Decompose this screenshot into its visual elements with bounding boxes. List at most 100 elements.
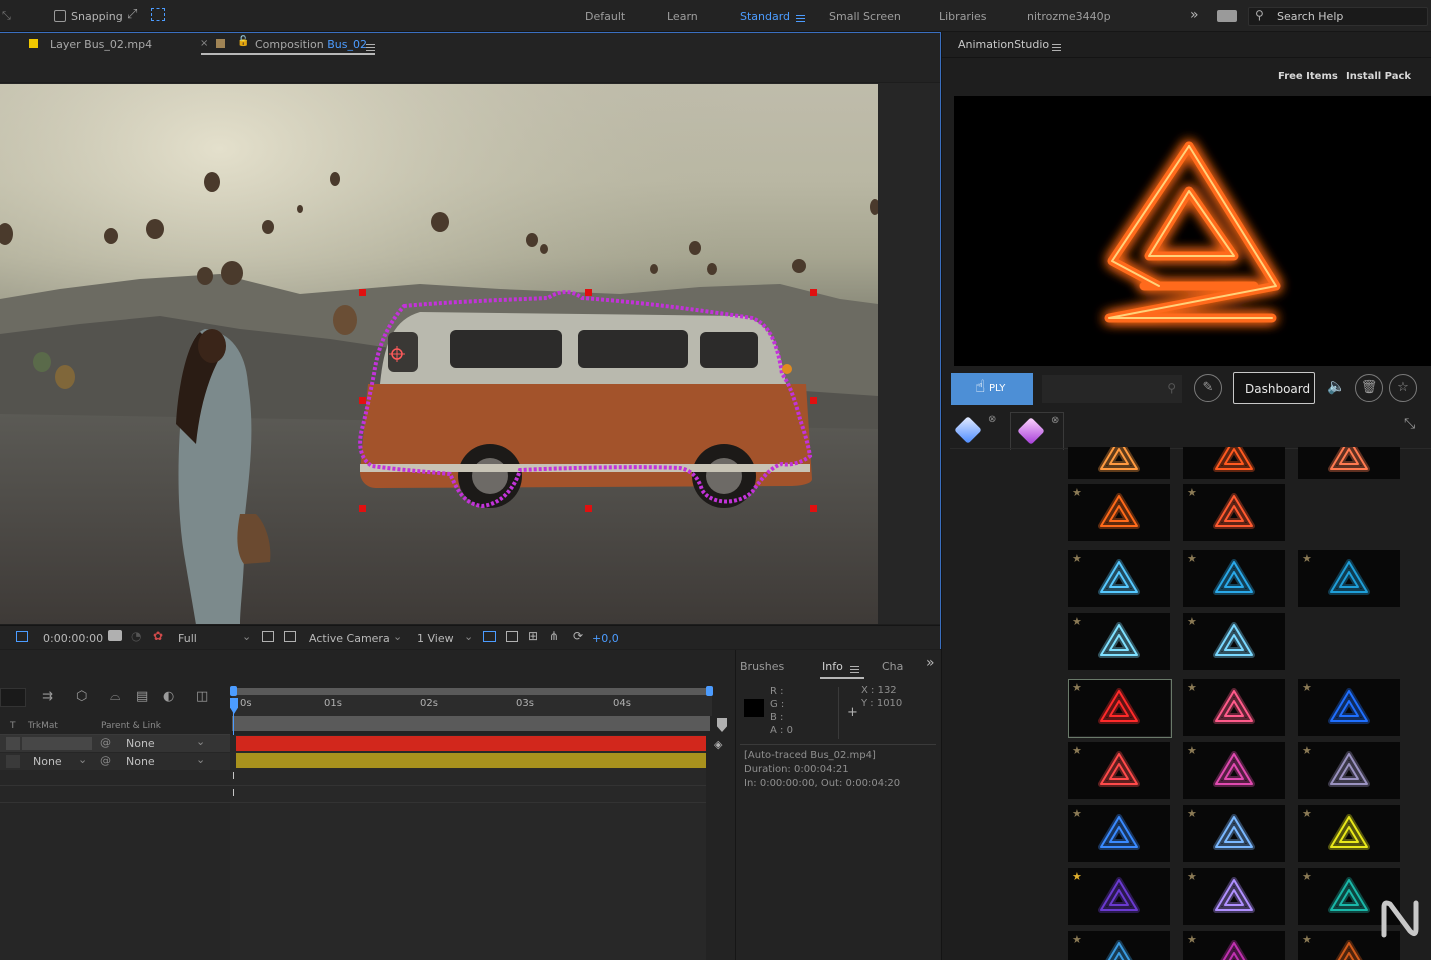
workspace-default[interactable]: Default <box>585 10 625 23</box>
layer-2-duration-bar[interactable] <box>236 753 706 768</box>
effect-thumbnail[interactable] <box>1183 447 1285 479</box>
effect-thumbnail[interactable]: ★ <box>1183 742 1285 799</box>
filter-search-input[interactable]: ⚲ <box>1042 375 1182 403</box>
snapshot-icon[interactable] <box>108 630 122 641</box>
workspace-custom[interactable]: nitrozme3440p <box>1027 10 1111 23</box>
composition-mini-flowchart-icon[interactable]: ⇉ <box>42 689 53 704</box>
install-pack-link[interactable]: Install Pack <box>1346 71 1411 82</box>
timecode-display[interactable]: 0:00:00:00 <box>43 632 103 645</box>
color-channels-icon[interactable]: ✿ <box>153 629 163 643</box>
panel-menu-icon[interactable] <box>1052 41 1061 54</box>
toggle-pixel-aspect-icon[interactable] <box>483 631 496 642</box>
effect-thumbnail[interactable] <box>1298 447 1400 479</box>
info-tab-menu-icon[interactable] <box>850 663 859 676</box>
favorite-star-icon[interactable]: ★ <box>1187 745 1199 757</box>
tab-character[interactable]: Cha <box>882 660 903 673</box>
edit-button[interactable]: ✎ <box>1194 374 1222 402</box>
favorite-star-icon[interactable]: ★ <box>1072 745 1084 757</box>
fast-preview-icon[interactable] <box>262 631 274 642</box>
effect-thumbnail[interactable]: ★ <box>1183 550 1285 607</box>
animation-studio-title[interactable]: AnimationStudio <box>958 38 1049 51</box>
region-of-interest-icon[interactable] <box>16 631 28 642</box>
collapse-icon[interactable]: ⤡ <box>1404 416 1415 432</box>
search-help-input[interactable]: ⚲ Search Help <box>1248 7 1428 26</box>
more-panels-icon[interactable]: » <box>926 655 935 671</box>
render-range-bar[interactable] <box>232 716 710 731</box>
favorite-star-icon[interactable]: ★ <box>1302 871 1314 883</box>
effect-thumbnail[interactable]: ★ <box>1068 805 1170 862</box>
render-preview-icon[interactable] <box>506 631 518 642</box>
camera-chevron-down-icon[interactable]: ⌄ <box>393 630 402 643</box>
favorite-star-icon[interactable]: ★ <box>1302 808 1314 820</box>
shy-layers-icon[interactable]: ⌓ <box>110 689 120 704</box>
pack-tab-2[interactable]: ⊗ <box>1010 412 1064 450</box>
favorite-button[interactable]: ☆ <box>1389 374 1417 402</box>
layer-2-parent-chevron-down-icon[interactable]: ⌄ <box>196 753 205 766</box>
effect-thumbnail[interactable]: ★ <box>1183 679 1285 736</box>
favorite-star-icon[interactable]: ★ <box>1187 871 1199 883</box>
workspace-menu-icon[interactable] <box>796 12 805 25</box>
flowchart-icon[interactable]: ⊞ <box>528 629 538 643</box>
tab-brushes[interactable]: Brushes <box>740 660 784 673</box>
dashboard-button[interactable]: Dashboard <box>1233 372 1315 404</box>
snapping-checkbox[interactable] <box>54 10 66 22</box>
layer-1-trkmat[interactable] <box>22 737 92 750</box>
layer-row-1[interactable]: @ None ⌄ <box>0 735 230 752</box>
snap-options-icon[interactable]: ⤢ <box>127 7 137 22</box>
favorite-star-icon[interactable]: ★ <box>1302 934 1314 946</box>
layer-1-parent-select[interactable]: None <box>126 737 155 750</box>
comp-marker-icon[interactable]: ◈ <box>714 738 722 751</box>
effect-thumbnail[interactable]: ★ <box>1068 613 1170 670</box>
effect-thumbnail[interactable]: ★ <box>1298 550 1400 607</box>
resolution-chevron-down-icon[interactable]: ⌄ <box>242 630 251 643</box>
transparency-grid-icon[interactable] <box>284 631 296 642</box>
selection-tool-icon[interactable]: ⤡ <box>2 9 11 23</box>
effect-thumbnail[interactable]: ★ <box>1068 550 1170 607</box>
work-area-start-handle[interactable] <box>230 686 237 696</box>
favorite-star-icon[interactable]: ★ <box>1302 682 1314 694</box>
close-pack-icon[interactable]: ⊗ <box>988 414 996 425</box>
effect-thumbnail[interactable]: ★ <box>1183 484 1285 541</box>
more-workspaces-icon[interactable]: » <box>1190 7 1199 23</box>
layer-2-trkmat-select[interactable]: None <box>33 755 62 768</box>
views-chevron-down-icon[interactable]: ⌄ <box>464 630 473 643</box>
free-items-link[interactable]: Free Items <box>1278 71 1338 82</box>
workspace-libraries[interactable]: Libraries <box>939 10 987 23</box>
favorite-star-icon[interactable]: ★ <box>1072 616 1084 628</box>
network-icon[interactable]: ⋔ <box>549 629 559 643</box>
timeline-search-field[interactable] <box>0 688 26 707</box>
close-pack-icon[interactable]: ⊗ <box>1051 415 1059 426</box>
effect-thumbnail[interactable]: ★ <box>1298 679 1400 736</box>
favorite-star-icon[interactable]: ★ <box>1187 682 1199 694</box>
reset-exposure-icon[interactable]: ⟳ <box>573 629 583 643</box>
footage-frame[interactable] <box>0 84 878 624</box>
favorite-star-icon[interactable]: ★ <box>1187 487 1199 499</box>
time-ruler[interactable]: 0s 01s 02s 03s 04s <box>230 686 713 716</box>
layer-1-duration-bar[interactable] <box>236 736 706 751</box>
effect-thumbnail[interactable]: ★ <box>1068 931 1170 960</box>
favorite-star-icon[interactable]: ★ <box>1072 871 1084 883</box>
layer-1-parent-chevron-down-icon[interactable]: ⌄ <box>196 735 205 748</box>
effect-thumbnail[interactable]: ★ <box>1068 484 1170 541</box>
camera-select[interactable]: Active Camera <box>309 632 390 645</box>
effect-thumbnail[interactable]: ★ <box>1183 613 1285 670</box>
exposure-value[interactable]: +0,0 <box>592 632 619 645</box>
favorite-star-icon[interactable]: ★ <box>1072 553 1084 565</box>
work-area-bar[interactable] <box>232 688 710 695</box>
workspace-learn[interactable]: Learn <box>667 10 698 23</box>
favorite-star-icon[interactable]: ★ <box>1187 553 1199 565</box>
effect-thumbnail[interactable]: ★ <box>1298 742 1400 799</box>
favorite-star-icon[interactable]: ★ <box>1302 553 1314 565</box>
effect-thumbnail[interactable] <box>1068 447 1170 479</box>
snap-frame-icon[interactable] <box>151 8 165 21</box>
layer-1-pickwhip-icon[interactable]: @ <box>100 736 111 749</box>
keyboard-icon[interactable] <box>1217 10 1237 22</box>
workspace-small-screen[interactable]: Small Screen <box>829 10 901 23</box>
effect-thumbnail[interactable]: ★ <box>1068 868 1170 925</box>
workspace-standard[interactable]: Standard <box>740 10 790 23</box>
effect-thumbnail[interactable]: ★ <box>1183 868 1285 925</box>
effect-thumbnail[interactable]: ★ <box>1298 805 1400 862</box>
effect-thumbnail[interactable]: ★ <box>1183 805 1285 862</box>
graph-editor-icon[interactable]: ◫ <box>196 689 208 704</box>
layer-row-2[interactable]: None ⌄ @ None ⌄ <box>0 753 230 770</box>
